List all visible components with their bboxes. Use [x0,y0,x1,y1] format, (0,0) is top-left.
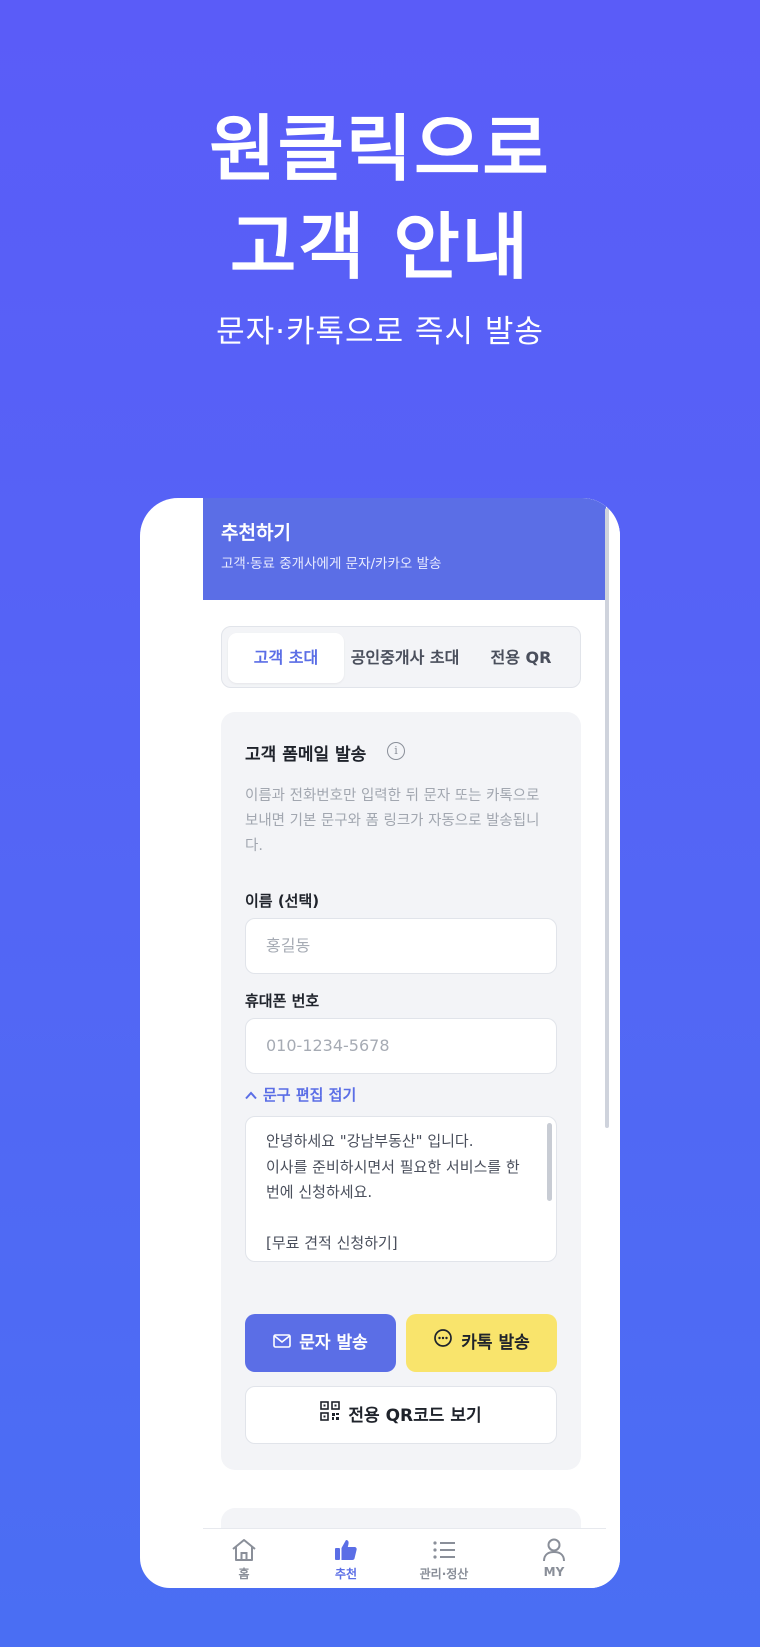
nav-label-home: 홈 [238,1567,250,1581]
nav-item-my[interactable]: MY [519,1537,589,1579]
bottom-navigation: 홈 추천 관리·정산 MY [203,1528,606,1588]
edit-message-toggle[interactable]: 문구 편집 접기 [245,1084,356,1105]
name-input[interactable]: 홍길동 [245,918,557,974]
card-description: 이름과 전화번호만 입력한 뒤 문자 또는 카톡으로 보내면 기본 문구와 폼 … [245,788,540,854]
name-label: 이름 (선택) [245,892,320,910]
qr-button-label: 전용 QR코드 보기 [348,1406,482,1426]
message-textarea[interactable]: 안녕하세요 "강남부동산" 입니다. 이사를 준비하시면서 필요한 서비스를 한… [245,1116,557,1262]
message-text: 안녕하세요 "강남부동산" 입니다. 이사를 준비하시면서 필요한 서비스를 한… [266,1132,520,1252]
kakao-button-label: 카톡 발송 [461,1333,530,1353]
tab-dedicated-qr[interactable]: 전용 QR [466,633,576,683]
nav-item-manage[interactable]: 관리·정산 [409,1537,479,1582]
view-qr-button[interactable]: 전용 QR코드 보기 [245,1386,557,1444]
page-scrollbar[interactable] [605,508,609,1128]
qr-code-icon [320,1387,341,1445]
hero-title-line1: 원클릭으로 [209,107,551,191]
app-header: 추천하기 고객·동료 중개사에게 문자/카카오 발송 [203,498,606,600]
tab-customer-invite[interactable]: 고객 초대 [228,633,344,683]
phone-label: 휴대폰 번호 [245,992,320,1010]
nav-label-recommend: 추천 [334,1567,358,1581]
nav-item-recommend[interactable]: 추천 [311,1537,381,1582]
send-sms-button[interactable]: 문자 발송 [245,1314,396,1372]
send-kakao-button[interactable]: 카톡 발송 [406,1314,557,1372]
toggle-label: 문구 편집 접기 [263,1086,357,1104]
chat-bubble-icon [433,1314,453,1372]
nav-label-my: MY [543,1565,565,1579]
info-icon[interactable]: i [387,742,405,760]
tab-agent-invite[interactable]: 공인중개사 초대 [346,633,464,683]
segmented-tabs: 고객 초대 공인중개사 초대 전용 QR [221,626,581,688]
chevron-up-icon [245,1089,257,1104]
card-title: 고객 폼메일 발송 [245,745,367,765]
textarea-scrollbar[interactable] [547,1123,552,1201]
phone-frame: 추천하기 고객·동료 중개사에게 문자/카카오 발송 고객 초대 공인중개사 초… [140,498,620,1588]
page-title: 추천하기 [221,522,291,544]
nav-label-manage: 관리·정산 [419,1567,469,1581]
home-icon [232,1539,256,1561]
hero-subtitle: 문자·카톡으로 즉시 발송 [216,314,544,350]
user-icon [543,1538,565,1562]
app-screen: 추천하기 고객·동료 중개사에게 문자/카카오 발송 고객 초대 공인중개사 초… [203,498,606,1588]
list-icon [433,1541,455,1559]
phone-input[interactable]: 010-1234-5678 [245,1018,557,1074]
thumbs-up-icon [335,1540,357,1560]
hero-title-line2: 고객 안내 [229,205,531,289]
sms-button-label: 문자 발송 [299,1333,368,1353]
form-mail-card: 고객 폼메일 발송 i 이름과 전화번호만 입력한 뒤 문자 또는 카톡으로 보… [221,712,581,1470]
mail-icon [273,1314,292,1372]
page-subtitle: 고객·동료 중개사에게 문자/카카오 발송 [221,556,442,572]
nav-item-home[interactable]: 홈 [209,1537,279,1582]
hero-title: 원클릭으로 고객 안내 [0,100,760,296]
